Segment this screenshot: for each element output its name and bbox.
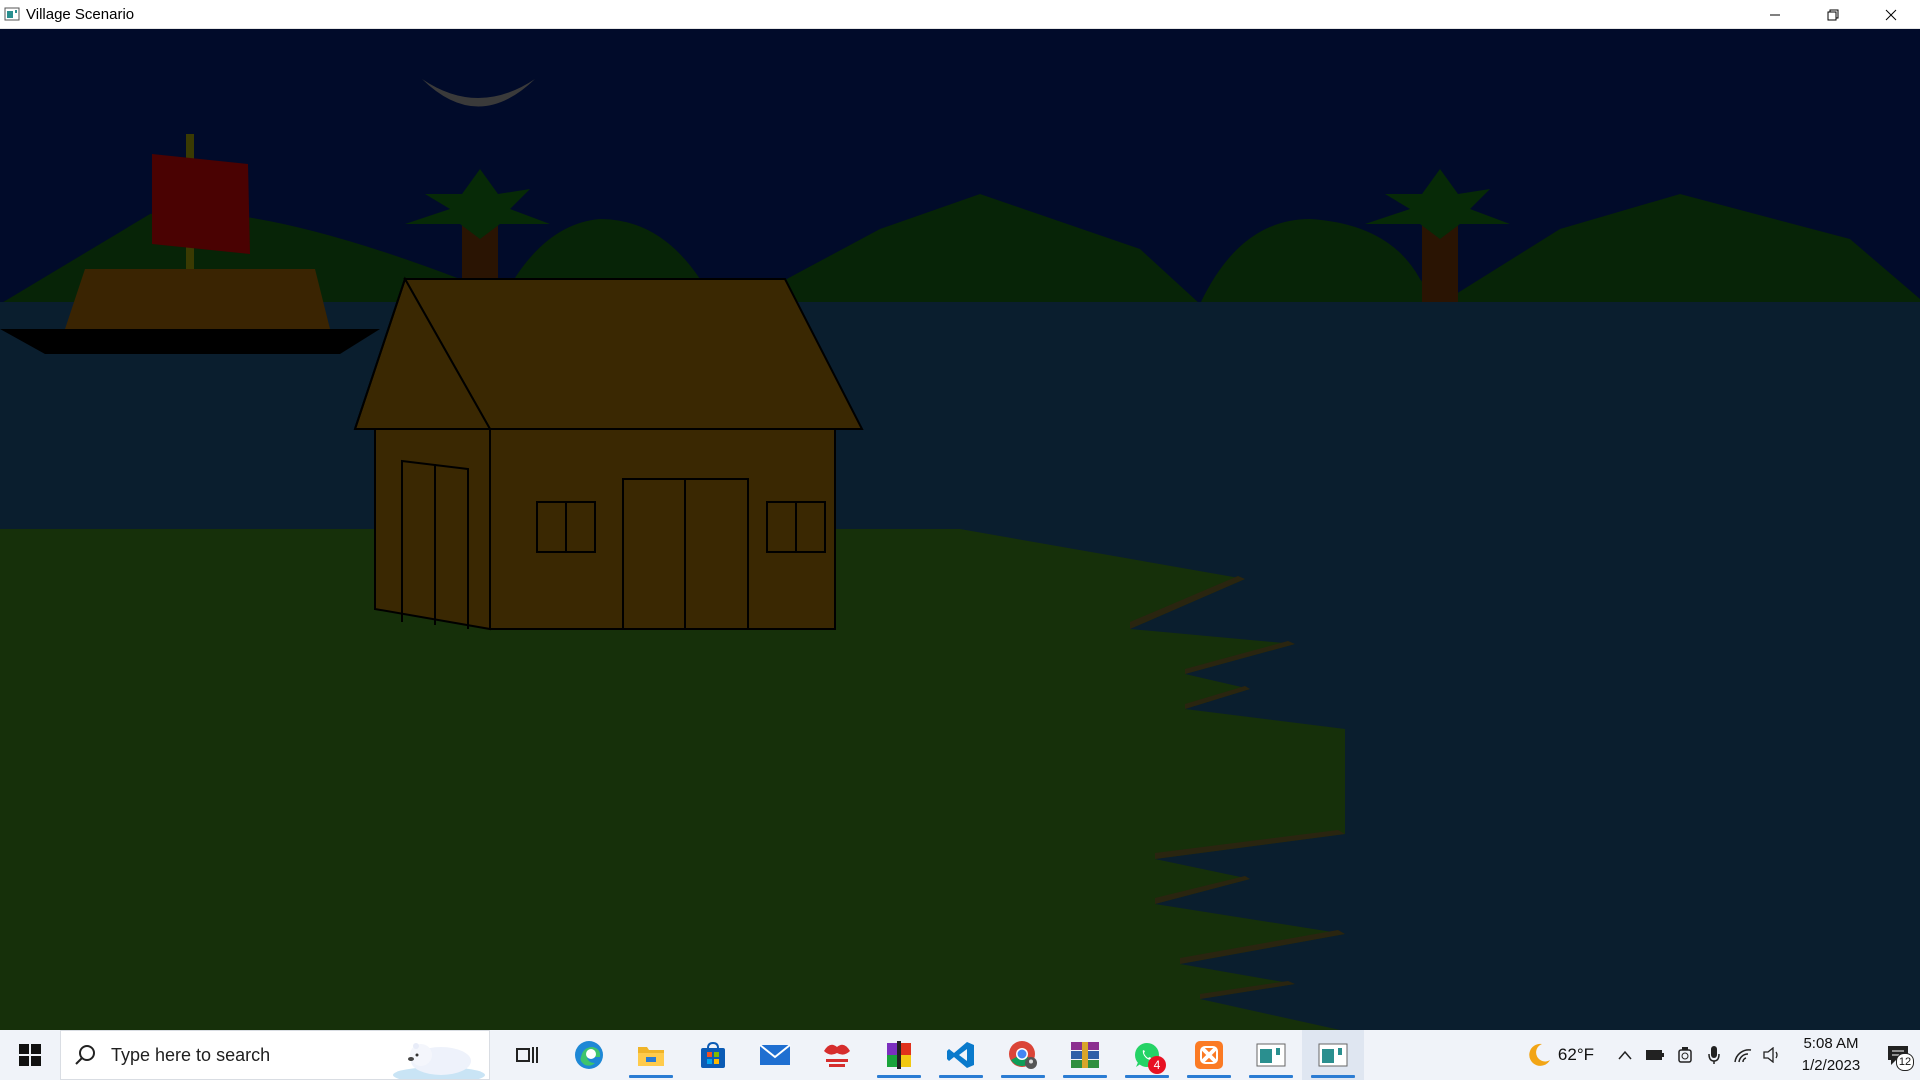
taskbar-app-edge[interactable] xyxy=(558,1030,620,1080)
network-button[interactable] xyxy=(1728,1030,1758,1080)
taskbar-app-store[interactable] xyxy=(682,1030,744,1080)
battery-icon xyxy=(1646,1050,1664,1060)
taskbar-app-xampp[interactable] xyxy=(1178,1030,1240,1080)
task-view-button[interactable] xyxy=(496,1030,558,1080)
taskbar-app-chrome[interactable] xyxy=(992,1030,1054,1080)
notification-count: 12 xyxy=(1896,1053,1914,1071)
clock[interactable]: 5:08 AM 1/2/2023 xyxy=(1786,1033,1876,1077)
notification-center-button[interactable]: 12 xyxy=(1876,1030,1920,1080)
taskbar-app-window-1[interactable] xyxy=(1240,1030,1302,1080)
search-box[interactable]: Type here to search xyxy=(60,1030,490,1080)
start-button[interactable] xyxy=(0,1030,60,1080)
restore-button[interactable] xyxy=(1804,0,1862,29)
window-controls xyxy=(1746,0,1920,29)
whatsapp-badge: 4 xyxy=(1148,1056,1166,1074)
house xyxy=(353,276,864,631)
taskbar-app-mail[interactable] xyxy=(744,1030,806,1080)
store-icon xyxy=(701,1041,725,1068)
vscode-icon xyxy=(947,1042,974,1068)
taskbar-app-vscode[interactable] xyxy=(930,1030,992,1080)
task-view-icon xyxy=(516,1047,538,1063)
file-explorer-icon xyxy=(638,1047,664,1066)
volume-button[interactable] xyxy=(1758,1030,1786,1080)
window-app-icon xyxy=(1318,1043,1348,1067)
chevron-up-icon xyxy=(1618,1050,1632,1060)
minimize-icon xyxy=(1770,14,1780,15)
camera-icon xyxy=(1678,1047,1692,1063)
taskbar-app-whatsapp[interactable]: 4 xyxy=(1116,1030,1178,1080)
polar-bear-icon xyxy=(393,1043,485,1079)
microphone-button[interactable] xyxy=(1700,1030,1728,1080)
taskbar-app-winrar-color[interactable] xyxy=(868,1030,930,1080)
close-icon xyxy=(1885,9,1897,20)
window-app-icon xyxy=(1256,1043,1286,1067)
wifi-icon xyxy=(1734,1049,1752,1063)
moon-icon xyxy=(1529,1043,1550,1066)
xampp-icon xyxy=(1195,1041,1223,1069)
show-hidden-icons-button[interactable] xyxy=(1610,1030,1640,1080)
winrar-icon xyxy=(1071,1042,1099,1068)
weather-temperature: 62°F xyxy=(1557,1045,1594,1064)
chrome-icon xyxy=(1009,1041,1037,1069)
taskbar-app-window-2[interactable] xyxy=(1302,1030,1364,1080)
battery-button[interactable] xyxy=(1640,1030,1670,1080)
volume-icon xyxy=(1763,1047,1778,1063)
camera-button[interactable] xyxy=(1670,1030,1700,1080)
village-scene-canvas xyxy=(0,29,1920,1030)
mail-icon xyxy=(759,1044,791,1065)
window-title: Village Scenario xyxy=(26,5,135,23)
windows-logo-icon xyxy=(19,1044,41,1066)
clock-date: 1/2/2023 xyxy=(1801,1057,1861,1074)
taskbar-app-bengali[interactable] xyxy=(806,1030,868,1080)
weather-widget[interactable]: 62°F xyxy=(1526,1030,1594,1080)
minimize-button[interactable] xyxy=(1746,0,1804,29)
close-button[interactable] xyxy=(1862,0,1920,29)
clock-time: 5:08 AM xyxy=(1803,1035,1859,1052)
microphone-icon xyxy=(1708,1046,1720,1064)
winrar-color-icon xyxy=(887,1041,911,1069)
search-placeholder: Type here to search xyxy=(111,1044,271,1065)
restore-icon xyxy=(1827,9,1839,20)
taskbar-app-file-explorer[interactable] xyxy=(620,1030,682,1080)
title-bar: Village Scenario xyxy=(0,0,1920,29)
app-bengali-icon xyxy=(824,1044,850,1067)
app-icon xyxy=(4,6,20,22)
taskbar-apps: 4 xyxy=(496,1030,1364,1080)
taskbar-app-winrar[interactable] xyxy=(1054,1030,1116,1080)
taskbar: Type here to search 4 62°F 5:08 AM 1/2/2… xyxy=(0,1030,1920,1080)
edge-icon xyxy=(575,1041,603,1069)
system-tray: 62°F 5:08 AM 1/2/2023 12 xyxy=(1526,1030,1920,1080)
search-icon xyxy=(75,1045,95,1065)
